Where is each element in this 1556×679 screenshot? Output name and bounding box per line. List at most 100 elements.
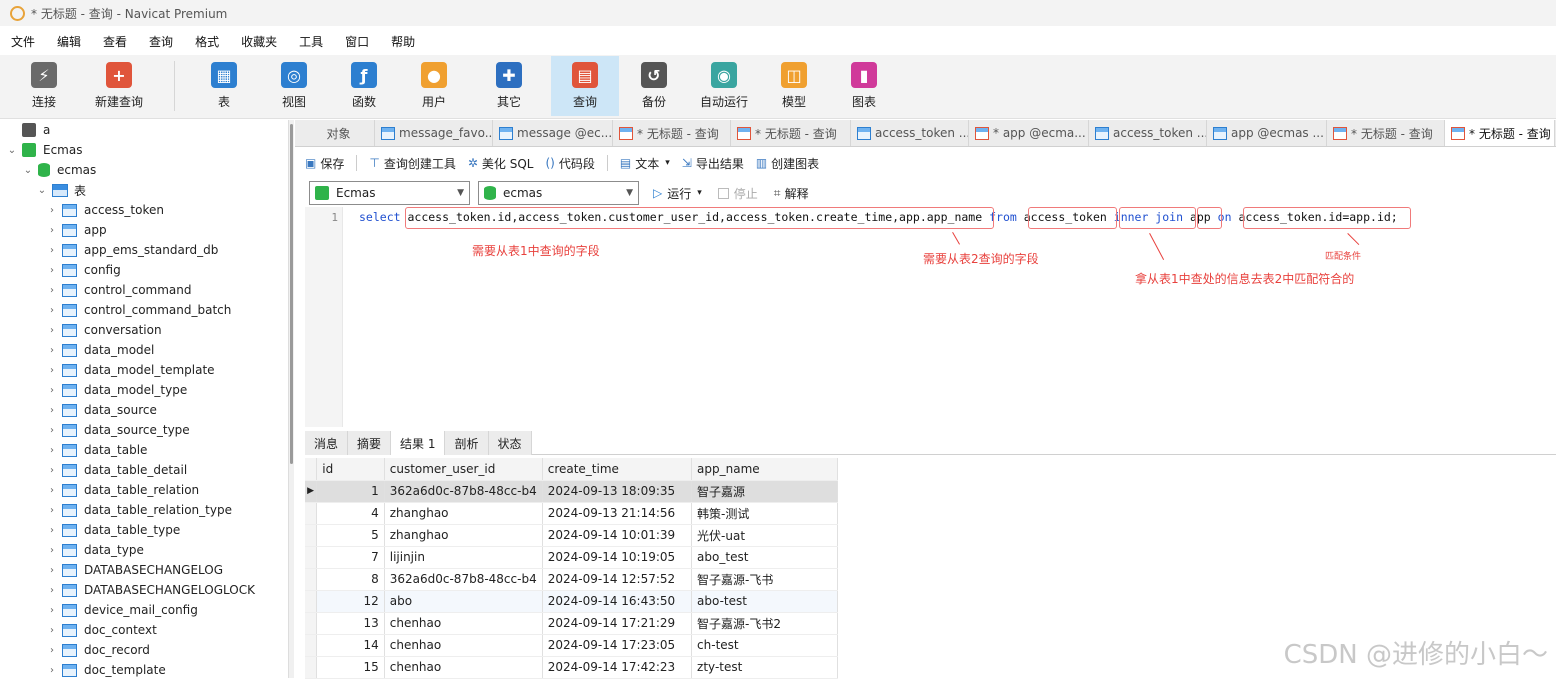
grid-cell[interactable]: 4 (316, 502, 385, 525)
chevron-right-icon[interactable]: › (46, 665, 58, 676)
chevron-right-icon[interactable]: › (46, 345, 58, 356)
column-header[interactable]: app_name (691, 458, 838, 481)
grid-cell[interactable]: 智子嘉源-飞书 (691, 568, 838, 591)
grid-cell[interactable]: 7 (316, 546, 385, 569)
table-row[interactable]: 5 zhanghao 2024-09-14 10:01:39 光伏-uat (305, 524, 838, 547)
document-tab[interactable]: message_favo... (375, 120, 493, 146)
tree-table-item[interactable]: › conversation (46, 320, 162, 340)
tree-table-item[interactable]: › data_table_type (46, 520, 180, 540)
menu-item-3[interactable]: 查询 (138, 33, 184, 50)
grid-cell[interactable]: 12 (316, 590, 385, 613)
document-tab[interactable]: app @ecmas ... (1207, 120, 1327, 146)
chevron-right-icon[interactable]: › (46, 245, 58, 256)
code-snippet-button[interactable]: () 代码段 (545, 155, 594, 172)
chevron-right-icon[interactable]: › (46, 205, 58, 216)
result-tab[interactable]: 结果 1 (391, 431, 446, 455)
chevron-right-icon[interactable]: › (46, 425, 58, 436)
toolbar-model-button[interactable]: ◫ 模型 (763, 56, 825, 116)
document-tab[interactable]: message @ec... (493, 120, 613, 146)
grid-cell[interactable]: 14 (316, 634, 385, 657)
grid-cell[interactable]: abo (384, 590, 543, 613)
toolbar-query-button[interactable]: ▤ 查询 (551, 56, 619, 116)
grid-cell[interactable]: 5 (316, 524, 385, 547)
chevron-right-icon[interactable]: › (46, 325, 58, 336)
chevron-right-icon[interactable]: › (46, 385, 58, 396)
grid-cell[interactable]: 2024-09-13 21:14:56 (542, 502, 693, 525)
tree-connection-a[interactable]: a (6, 120, 50, 140)
tree-scrollbar[interactable] (289, 120, 294, 678)
tree-table-item[interactable]: › DATABASECHANGELOG (46, 560, 223, 580)
menu-item-5[interactable]: 收藏夹 (230, 33, 288, 50)
toolbar-table-button[interactable]: ▦ 表 (193, 56, 255, 116)
grid-cell[interactable]: 2024-09-14 17:21:29 (542, 612, 693, 635)
menu-item-4[interactable]: 格式 (184, 33, 230, 50)
grid-cell[interactable]: abo_test (691, 546, 838, 569)
chevron-right-icon[interactable]: › (46, 285, 58, 296)
document-tab[interactable]: access_token ... (851, 120, 969, 146)
tree-table-item[interactable]: › data_table_relation_type (46, 500, 232, 520)
tree-database-ecmas[interactable]: ⌄ ecmas (22, 160, 96, 180)
grid-cell[interactable]: zty-test (691, 656, 838, 679)
tree-table-item[interactable]: › data_table (46, 440, 147, 460)
grid-cell[interactable]: 智子嘉源-飞书2 (691, 612, 838, 635)
chevron-down-icon[interactable]: ⌄ (6, 145, 18, 156)
grid-cell[interactable]: 8 (316, 568, 385, 591)
query-builder-button[interactable]: ⊤ 查询创建工具 (369, 155, 455, 172)
beautify-sql-button[interactable]: ✲ 美化 SQL (468, 155, 534, 172)
create-chart-button[interactable]: ▥ 创建图表 (756, 155, 819, 172)
table-row[interactable]: 13 chenhao 2024-09-14 17:21:29 智子嘉源-飞书2 (305, 612, 838, 635)
database-select[interactable]: ecmas ▼ (478, 181, 639, 205)
chevron-right-icon[interactable]: › (46, 485, 58, 496)
tree-table-item[interactable]: › doc_template (46, 660, 166, 678)
grid-cell[interactable]: chenhao (384, 656, 543, 679)
tree-table-item[interactable]: › app (46, 220, 107, 240)
chevron-right-icon[interactable]: › (46, 225, 58, 236)
document-tab[interactable]: * 无标题 - 查询 (1327, 120, 1445, 146)
chevron-right-icon[interactable]: › (46, 305, 58, 316)
menu-item-2[interactable]: 查看 (92, 33, 138, 50)
grid-cell[interactable]: 2024-09-14 17:42:23 (542, 656, 693, 679)
tree-table-item[interactable]: › data_source (46, 400, 157, 420)
tree-table-item[interactable]: › control_command (46, 280, 192, 300)
grid-cell[interactable]: 362a6d0c-87b8-48cc-b4 (384, 568, 543, 591)
document-tab[interactable]: access_token ... (1089, 120, 1207, 146)
tree-table-item[interactable]: › data_table_relation (46, 480, 199, 500)
document-tab[interactable]: * 无标题 - 查询 (731, 120, 851, 146)
tree-connection-ecmas[interactable]: ⌄ Ecmas (6, 140, 82, 160)
save-button[interactable]: ▣ 保存 (305, 155, 344, 172)
connection-select[interactable]: Ecmas ▼ (309, 181, 470, 205)
tree-table-item[interactable]: › data_source_type (46, 420, 190, 440)
explain-button[interactable]: ⌗ 解释 (774, 185, 809, 202)
result-tab[interactable]: 消息 (305, 431, 349, 455)
chevron-right-icon[interactable]: › (46, 365, 58, 376)
table-row[interactable]: 4 zhanghao 2024-09-13 21:14:56 韩策-测试 (305, 502, 838, 525)
tree-table-item[interactable]: › doc_context (46, 620, 157, 640)
toolbar-view-button[interactable]: ◎ 视图 (263, 56, 325, 116)
tree-table-item[interactable]: › control_command_batch (46, 300, 231, 320)
document-tab[interactable]: * 无标题 - 查询 (1445, 120, 1555, 146)
grid-cell[interactable]: chenhao (384, 634, 543, 657)
grid-cell[interactable]: 2024-09-14 10:01:39 (542, 524, 693, 547)
tree-table-item[interactable]: › data_type (46, 540, 144, 560)
tree-table-item[interactable]: › data_table_detail (46, 460, 187, 480)
result-tab[interactable]: 剖析 (445, 431, 489, 455)
document-tab[interactable]: * 无标题 - 查询 (613, 120, 731, 146)
chevron-right-icon[interactable]: › (46, 605, 58, 616)
grid-cell[interactable]: 2024-09-14 12:57:52 (542, 568, 693, 591)
toolbar-tools-button[interactable]: ✚ 其它 (473, 56, 545, 116)
chevron-right-icon[interactable]: › (46, 405, 58, 416)
toolbar-backup-button[interactable]: ↺ 备份 (623, 56, 685, 116)
grid-cell[interactable]: 13 (316, 612, 385, 635)
grid-cell[interactable]: 2024-09-14 17:23:05 (542, 634, 693, 657)
column-header[interactable]: id (316, 458, 385, 481)
menu-item-0[interactable]: 文件 (0, 33, 46, 50)
tree-table-item[interactable]: › access_token (46, 200, 164, 220)
chevron-right-icon[interactable]: › (46, 525, 58, 536)
chevron-right-icon[interactable]: › (46, 645, 58, 656)
grid-cell[interactable]: 1 (316, 480, 385, 503)
menu-item-1[interactable]: 编辑 (46, 33, 92, 50)
toolbar-robot-button[interactable]: ◉ 自动运行 (693, 56, 755, 116)
tree-group-tables[interactable]: ⌄ 表 (36, 180, 86, 200)
toolbar-chart-button[interactable]: ▮ 图表 (833, 56, 895, 116)
document-tab[interactable]: 对象 (303, 120, 375, 146)
